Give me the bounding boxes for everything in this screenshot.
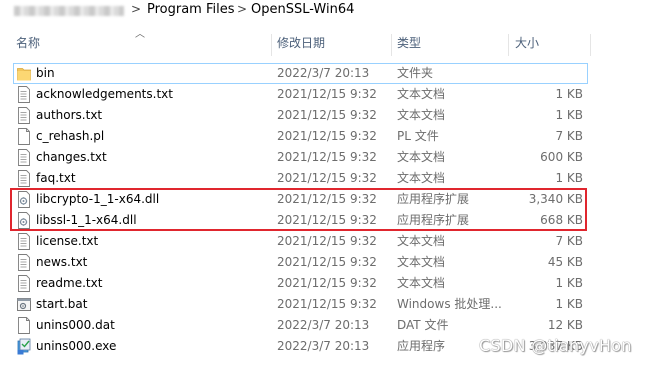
file-size: 1 KB [555,276,583,290]
file-row[interactable]: acknowledgements.txt 2021/12/15 9:32 文本文档 1… [13,84,588,105]
text-file-icon [17,254,31,271]
column-divider[interactable] [391,34,392,56]
file-type: 文本文档 [397,171,446,185]
file-row[interactable]: unins000.dat 2022/3/7 20:13 DAT 文件 12 KB [13,315,588,336]
dll-highlight-box [10,188,587,231]
breadcrumb-item-openssl-win64[interactable]: OpenSSL-Win64 [251,2,354,17]
file-row[interactable]: start.bat 2021/12/15 9:32 Windows 批处理... 1 … [13,294,588,315]
file-type: 文本文档 [397,108,446,122]
file-type: 应用程序 [397,339,446,353]
file-name: unins000.exe [36,339,117,353]
blank-file-icon [17,317,31,334]
column-divider[interactable] [271,34,272,56]
file-modified-date: 2021/12/15 9:32 [277,150,377,164]
blurred-path-segments [14,6,124,16]
file-row[interactable]: authors.txt 2021/12/15 9:32 文本文档 1 KB [13,105,588,126]
breadcrumb-separator-icon: > [237,2,248,16]
batch-file-icon [17,296,31,313]
file-modified-date: 2021/12/15 9:32 [277,234,377,248]
column-header-name[interactable]: 名称 [16,28,40,58]
file-name: bin [36,66,55,80]
file-modified-date: 2021/12/15 9:32 [277,129,377,143]
file-name: c_rehash.pl [36,129,105,143]
file-modified-date: 2022/3/7 20:13 [277,66,370,80]
breadcrumb-item-program-files[interactable]: Program Files [147,2,235,17]
file-type: Windows 批处理... [397,297,502,311]
file-type: 文本文档 [397,234,446,248]
file-type: 文本文档 [397,255,446,269]
file-type: PL 文件 [397,129,439,143]
file-modified-date: 2021/12/15 9:32 [277,108,377,122]
file-modified-date: 2021/12/15 9:32 [277,297,377,311]
folder-icon [17,65,31,82]
file-type: DAT 文件 [397,318,449,332]
file-size: 1 KB [555,87,583,101]
address-bar[interactable]: > Program Files > OpenSSL-Win64 [0,0,651,22]
file-size: 12 KB [547,318,583,332]
file-name: unins000.dat [36,318,115,332]
file-size: 45 KB [547,255,583,269]
file-size: 1 KB [555,108,583,122]
text-file-icon [17,149,31,166]
file-name: changes.txt [36,150,107,164]
file-type: 文件夹 [397,66,434,80]
installer-exe-icon [17,338,31,355]
sort-ascending-icon: ︿ [135,29,145,40]
file-modified-date: 2021/12/15 9:32 [277,255,377,269]
blank-file-icon [17,128,31,145]
file-modified-date: 2021/12/15 9:32 [277,276,377,290]
file-modified-date: 2021/12/15 9:32 [277,87,377,101]
file-modified-date: 2022/3/7 20:13 [277,339,370,353]
file-row[interactable]: faq.txt 2021/12/15 9:32 文本文档 1 KB [13,168,588,189]
file-name: start.bat [36,297,88,311]
file-name: authors.txt [36,108,103,122]
file-size: 1 KB [555,297,583,311]
file-type: 文本文档 [397,276,446,290]
column-divider[interactable] [590,34,591,56]
file-row[interactable]: license.txt 2021/12/15 9:32 文本文档 7 KB [13,231,588,252]
file-name: news.txt [36,255,88,269]
file-name: readme.txt [36,276,103,290]
column-header-type[interactable]: 类型 [397,28,421,58]
file-row[interactable]: c_rehash.pl 2021/12/15 9:32 PL 文件 7 KB [13,126,588,147]
text-file-icon [17,233,31,250]
column-header-date[interactable]: 修改日期 [277,28,325,58]
breadcrumb-separator-icon: > [131,2,142,16]
file-name: license.txt [36,234,99,248]
column-header-row: ︿ 名称 修改日期 类型 大小 [0,28,651,58]
file-name: faq.txt [36,171,76,185]
text-file-icon [17,86,31,103]
file-row[interactable]: bin 2022/3/7 20:13 文件夹 [13,63,588,84]
file-type: 文本文档 [397,87,446,101]
file-type: 文本文档 [397,150,446,164]
file-size: 600 KB [540,150,583,164]
file-modified-date: 2021/12/15 9:32 [277,171,377,185]
file-name: acknowledgements.txt [36,87,173,101]
watermark: CSDN @tianyvHon [479,336,632,355]
column-header-size[interactable]: 大小 [515,28,539,58]
file-modified-date: 2022/3/7 20:13 [277,318,370,332]
column-divider[interactable] [508,34,509,56]
file-row[interactable]: changes.txt 2021/12/15 9:32 文本文档 600 KB [13,147,588,168]
file-size: 7 KB [555,129,583,143]
text-file-icon [17,275,31,292]
file-row[interactable]: news.txt 2021/12/15 9:32 文本文档 45 KB [13,252,588,273]
text-file-icon [17,170,31,187]
text-file-icon [17,107,31,124]
file-size: 7 KB [555,234,583,248]
file-row[interactable]: readme.txt 2021/12/15 9:32 文本文档 1 KB [13,273,588,294]
file-size: 1 KB [555,171,583,185]
